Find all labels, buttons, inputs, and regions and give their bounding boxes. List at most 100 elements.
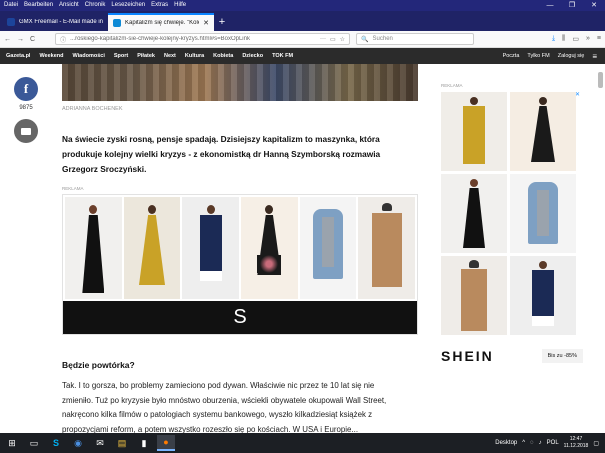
terminal-icon[interactable]: ▮: [135, 435, 153, 451]
article-lead: Na świecie zyski rosną, pensje spadają. …: [62, 134, 381, 174]
menu-chronik[interactable]: Chronik: [85, 0, 106, 11]
side-product-floral-dress[interactable]: [510, 92, 576, 171]
window-controls: — ❐ ✕: [539, 0, 605, 11]
search-icon: 🔍: [361, 36, 369, 43]
ad-product-yellow-dress[interactable]: [123, 197, 181, 299]
ad-products: [63, 195, 417, 301]
side-product-yellow-dress[interactable]: [441, 92, 507, 171]
close-window-button[interactable]: ✕: [583, 0, 605, 11]
sitenav-tylkofm[interactable]: Tylko FM: [527, 53, 549, 59]
menu-extras[interactable]: Extras: [151, 0, 168, 11]
ad-label: REKLAMA: [62, 186, 84, 191]
sitenav-pilatek[interactable]: Piłatek: [137, 53, 155, 59]
mail-icon[interactable]: ✉: [91, 435, 109, 451]
skype-icon[interactable]: S: [47, 435, 65, 451]
side-product-navy-dress[interactable]: [510, 256, 576, 335]
browser-icon[interactable]: ◉: [69, 435, 87, 451]
taskbar: ⊞ ▭ S ◉ ✉ ▤ ▮ ● Desktop ^ ◌ ♪ POL 12:47 …: [0, 433, 605, 453]
url-text: ...roskiego-kapitalizm-sie-chwieje-kolej…: [70, 36, 250, 42]
side-product-denim-jacket[interactable]: [510, 174, 576, 253]
ad-product-navy-dress[interactable]: [182, 197, 240, 299]
sitenav-kultura[interactable]: Kultura: [185, 53, 204, 59]
overflow-icon[interactable]: »: [586, 35, 590, 43]
notification-icon[interactable]: ▢: [593, 440, 599, 447]
sitenav-tokfm[interactable]: TOK FM: [272, 53, 293, 59]
bookmark-star-icon[interactable]: ☆: [340, 36, 345, 43]
back-button[interactable]: ←: [4, 36, 11, 43]
input-language[interactable]: POL: [547, 440, 559, 446]
explorer-icon[interactable]: ▤: [113, 435, 131, 451]
sitenav-weekend[interactable]: Weekend: [39, 53, 63, 59]
url-bar[interactable]: ⓘ ...roskiego-kapitalizm-sie-chwieje-kol…: [55, 33, 351, 45]
tray-expand-icon[interactable]: ^: [522, 440, 525, 446]
article-body: Tak. I to gorsza, bo problemy zamieciono…: [62, 381, 387, 433]
site-menu-icon[interactable]: ≡: [592, 52, 597, 61]
ad-product-floral-dress[interactable]: [241, 197, 298, 299]
sitenav-login[interactable]: Zaloguj się: [558, 53, 585, 59]
page-actions-icon[interactable]: ···: [320, 36, 326, 42]
gazeta-favicon-icon: [113, 19, 121, 27]
tab-label: Kapitalizm się chwieje. "Kolej...: [125, 20, 199, 26]
share-count: 9875: [19, 105, 33, 111]
ad-brand-bar: S: [63, 301, 417, 334]
reload-button[interactable]: C: [30, 36, 35, 43]
comments-button[interactable]: [14, 119, 38, 143]
search-placeholder: Suchen: [372, 36, 393, 42]
site-logo[interactable]: Gazeta.pl: [6, 53, 30, 59]
fashion-ad-banner[interactable]: ▷ ✕: [62, 194, 418, 335]
menu-hilfe[interactable]: Hilfe: [174, 0, 186, 11]
sidebar-icon[interactable]: ▭: [572, 35, 579, 43]
system-tray: Desktop ^ ◌ ♪ POL 12:47 11.12.2018 ▢: [495, 436, 605, 450]
tab-gmx[interactable]: GMX Freemail - E-Mail made in...: [2, 13, 108, 31]
ad-product-denim-jacket[interactable]: [299, 197, 357, 299]
sitenav-wiadomosci[interactable]: Wiadomości: [73, 53, 105, 59]
tab-article[interactable]: Kapitalizm się chwieje. "Kolej... ✕: [108, 13, 214, 31]
start-button[interactable]: ⊞: [3, 435, 21, 451]
volume-icon[interactable]: ♪: [539, 440, 542, 446]
sitenav-kobieta[interactable]: Kobieta: [213, 53, 233, 59]
network-icon[interactable]: ◌: [530, 440, 534, 446]
clock-date: 11.12.2018: [563, 443, 589, 449]
tab-strip: GMX Freemail - E-Mail made in... Kapital…: [0, 11, 605, 31]
ad-product-camel-coat[interactable]: [358, 197, 416, 299]
side-product-camel-coat[interactable]: [441, 256, 507, 335]
hamburger-menu-icon[interactable]: ≡: [597, 35, 601, 43]
page-scrollbar-thumb[interactable]: [598, 72, 603, 88]
library-icon[interactable]: ⫼: [562, 35, 565, 43]
reader-view-icon[interactable]: ▭: [330, 36, 336, 43]
downloads-icon[interactable]: ⤓: [552, 35, 555, 43]
sitenav-poczta[interactable]: Poczta: [503, 53, 520, 59]
shein-side-ad[interactable]: ▷ ✕: [441, 89, 583, 371]
desktop-toolbar[interactable]: Desktop: [495, 440, 517, 446]
task-view-icon[interactable]: ▭: [25, 435, 43, 451]
nav-bar: ← → C ⓘ ...roskiego-kapitalizm-sie-chwie…: [0, 31, 605, 48]
forward-button[interactable]: →: [17, 36, 24, 43]
clock[interactable]: 12:47 11.12.2018: [564, 436, 589, 450]
side-ad-label: REKLAMA: [441, 83, 463, 88]
sitenav-sport[interactable]: Sport: [114, 53, 128, 59]
close-tab-icon[interactable]: ✕: [203, 19, 209, 27]
article-photo: [62, 64, 418, 101]
maximize-button[interactable]: ❐: [561, 0, 583, 11]
menu-bar: Datei Bearbeiten Ansicht Chronik Lesezei…: [0, 0, 605, 11]
menu-datei[interactable]: Datei: [4, 0, 18, 11]
new-tab-button[interactable]: +: [214, 13, 230, 31]
side-ad-products: [441, 92, 583, 335]
info-icon[interactable]: ⓘ: [60, 35, 66, 44]
side-product-black-lace-dress[interactable]: [441, 174, 507, 253]
sitenav-next[interactable]: Next: [164, 53, 176, 59]
firefox-icon[interactable]: ●: [157, 435, 175, 451]
ad-product-black-lace-dress[interactable]: [65, 197, 122, 299]
side-ad-footer: SHEIN Bis zu -85%: [441, 341, 583, 371]
site-nav: Gazeta.pl Weekend Wiadomości Sport Piłat…: [0, 48, 605, 64]
minimize-button[interactable]: —: [539, 0, 561, 11]
side-ad-cta-button[interactable]: Bis zu -85%: [541, 349, 583, 363]
menu-bearbeiten[interactable]: Bearbeiten: [24, 0, 53, 11]
menu-lesezeichen[interactable]: Lesezeichen: [111, 0, 145, 11]
sitenav-dziecko[interactable]: Dziecko: [242, 53, 263, 59]
clock-time: 12:47: [569, 436, 583, 442]
search-input[interactable]: 🔍 Suchen: [356, 33, 475, 45]
photo-credit: ADRIANNA BOCHENEK: [62, 106, 123, 112]
facebook-share-button[interactable]: f: [14, 77, 38, 101]
menu-ansicht[interactable]: Ansicht: [59, 0, 79, 11]
